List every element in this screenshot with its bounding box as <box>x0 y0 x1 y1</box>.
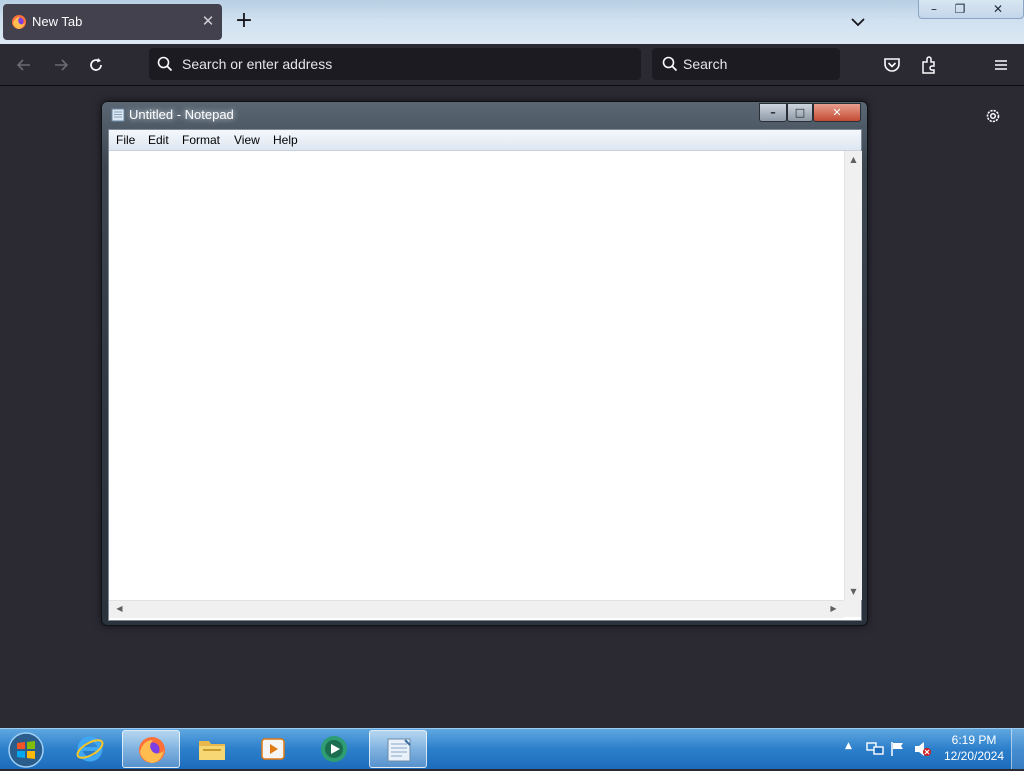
tab-title: New Tab <box>32 14 83 29</box>
minimize-button[interactable]: – <box>921 1 947 17</box>
notepad-title: Untitled - Notepad <box>129 107 234 122</box>
notepad-text-area[interactable] <box>109 151 844 600</box>
notepad-icon <box>387 738 411 762</box>
list-all-tabs-chevron-down-icon[interactable] <box>848 12 868 32</box>
pocket-icon[interactable] <box>881 54 903 76</box>
taskbar-internet-explorer[interactable] <box>61 730 119 768</box>
internet-explorer-icon <box>76 736 104 762</box>
navigation-toolbar: Search or enter address Search uO <box>0 44 1024 116</box>
gear-icon[interactable] <box>984 107 1002 125</box>
media-player-icon <box>261 738 285 760</box>
taskbar-firefox[interactable] <box>122 730 180 768</box>
address-bar-placeholder: Search or enter address <box>182 56 333 72</box>
show-hidden-icons[interactable]: ▲ <box>845 741 852 751</box>
firefox-icon <box>12 15 26 29</box>
new-tab-button[interactable]: + <box>233 10 255 32</box>
notepad-client-area: File Edit Format View Help ▲ ▼ ◀ ▶ <box>108 129 862 621</box>
menu-file[interactable]: File <box>116 133 135 147</box>
menu-edit[interactable]: Edit <box>148 133 169 147</box>
restore-button[interactable]: ❐ <box>947 1 973 17</box>
notepad-close-button[interactable]: ✕ <box>813 103 861 122</box>
reload-icon[interactable] <box>86 55 106 75</box>
scroll-left-arrow-icon[interactable]: ◀ <box>111 604 128 613</box>
window-controls: – ❐ ✕ <box>918 0 1024 19</box>
back-arrow-icon[interactable] <box>14 55 34 75</box>
search-bar[interactable]: Search <box>652 48 840 80</box>
forward-arrow-icon[interactable] <box>51 55 71 75</box>
tab-strip: New Tab ✕ + – ❐ ✕ <box>0 0 1024 44</box>
notepad-icon <box>111 108 125 122</box>
media-center-icon <box>321 736 347 762</box>
clock-date: 12/20/2024 <box>943 749 1005 763</box>
show-desktop-button[interactable] <box>1011 729 1024 769</box>
taskbar-media-player[interactable] <box>244 730 302 768</box>
start-button[interactable] <box>6 731 46 771</box>
scroll-up-arrow-icon[interactable]: ▲ <box>845 155 862 164</box>
clock[interactable]: 6:19 PM 12/20/2024 <box>942 732 1006 764</box>
address-bar[interactable]: Search or enter address <box>149 48 641 80</box>
menu-view[interactable]: View <box>234 133 260 147</box>
action-center-flag-icon[interactable] <box>890 741 906 757</box>
system-tray: ▲ 6:19 PM 12/20/2024 <box>842 729 1024 769</box>
taskbar-file-explorer[interactable] <box>183 730 241 768</box>
search-icon <box>157 56 173 72</box>
notepad-maximize-button[interactable]: □ <box>787 103 813 122</box>
scroll-down-arrow-icon[interactable]: ▼ <box>845 587 862 596</box>
close-window-button[interactable]: ✕ <box>985 1 1011 17</box>
horizontal-scrollbar[interactable]: ◀ ▶ <box>109 600 844 618</box>
network-icon[interactable] <box>866 741 884 757</box>
search-icon <box>662 56 678 72</box>
scroll-right-arrow-icon[interactable]: ▶ <box>825 604 842 613</box>
menu-format[interactable]: Format <box>182 133 220 147</box>
extensions-icon[interactable] <box>918 54 940 76</box>
taskbar-notepad[interactable] <box>369 730 427 768</box>
tab-close-button[interactable]: ✕ <box>199 12 217 30</box>
file-explorer-icon <box>199 741 225 760</box>
menu-icon[interactable] <box>990 54 1012 76</box>
notepad-window[interactable]: Untitled - Notepad – □ ✕ File Edit Forma… <box>101 101 868 626</box>
resize-grip[interactable] <box>844 600 861 617</box>
menu-help[interactable]: Help <box>273 133 298 147</box>
tab-new-tab[interactable]: New Tab ✕ <box>3 4 222 40</box>
search-bar-placeholder: Search <box>683 56 728 72</box>
taskbar: ▲ 6:19 PM 12/20/2024 <box>0 728 1024 769</box>
notepad-menu-bar: File Edit Format View Help <box>109 130 861 151</box>
taskbar-media-center[interactable] <box>305 730 363 768</box>
volume-muted-icon[interactable] <box>914 741 932 757</box>
firefox-icon <box>139 737 165 763</box>
clock-time: 6:19 PM <box>951 733 997 747</box>
notepad-minimize-button[interactable]: – <box>759 103 787 122</box>
vertical-scrollbar[interactable]: ▲ ▼ <box>844 151 862 600</box>
